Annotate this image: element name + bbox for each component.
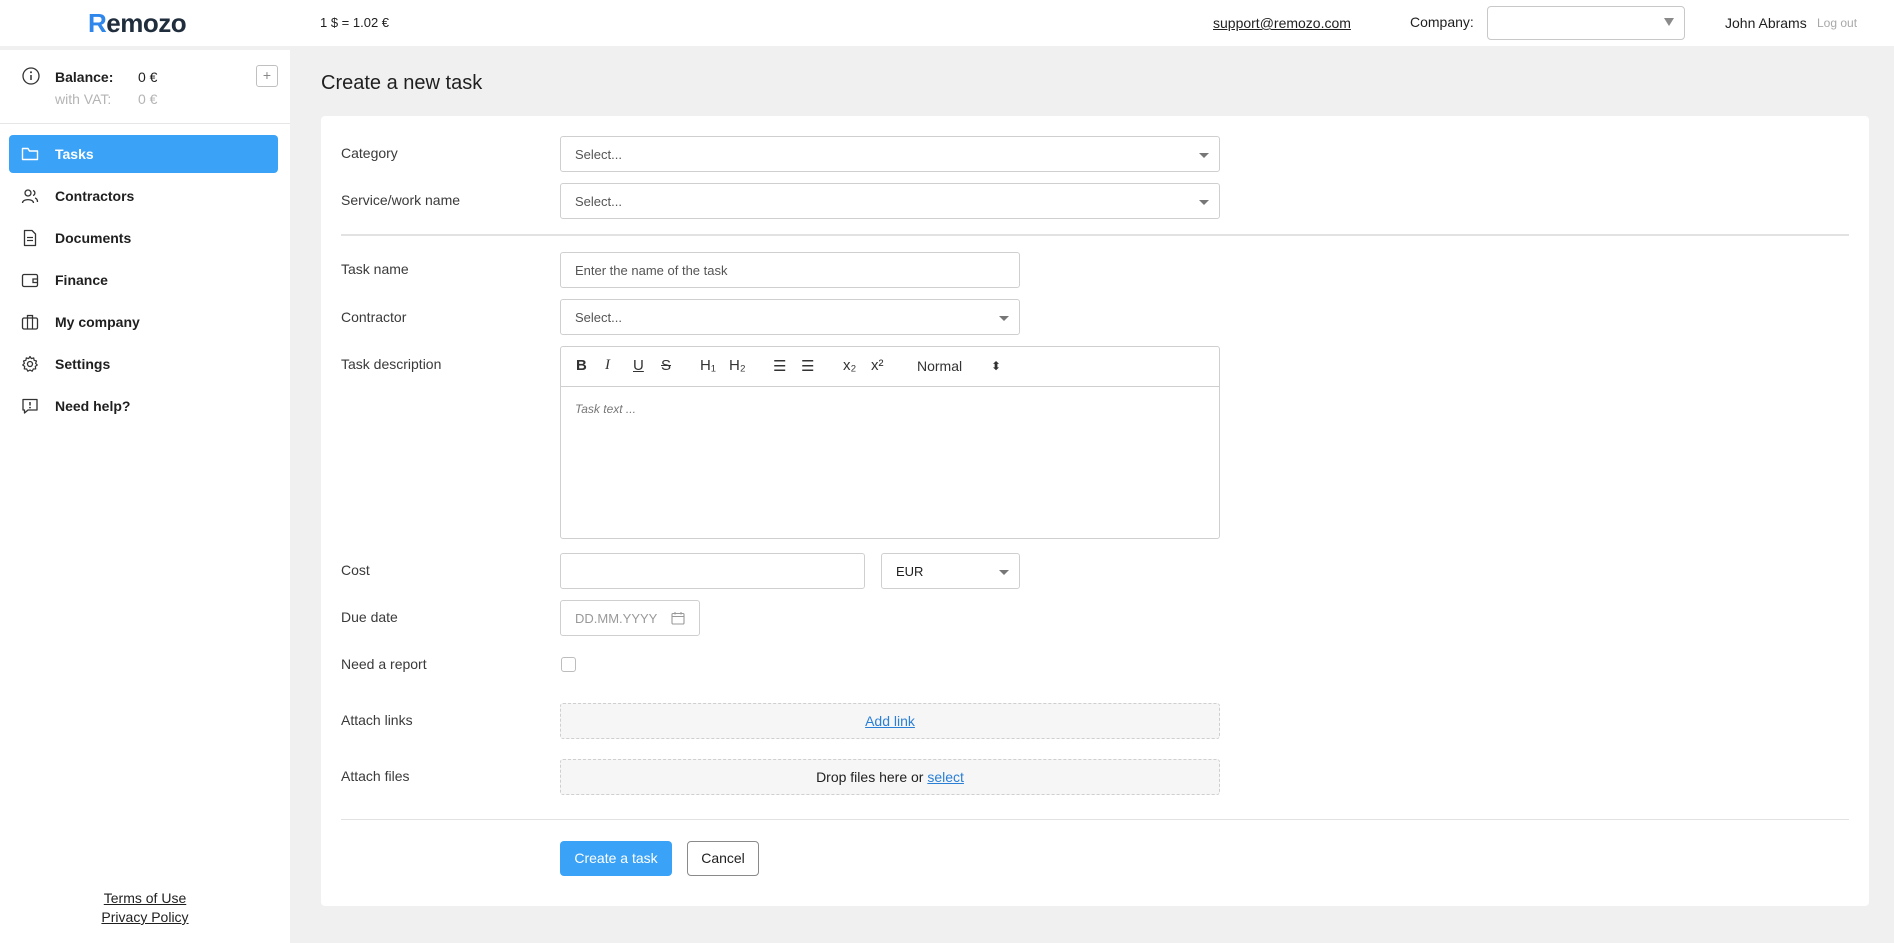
sidebar-divider — [0, 123, 290, 124]
sidebar-item-contractors[interactable]: Contractors — [9, 177, 278, 215]
select-files-link[interactable]: select — [927, 769, 964, 785]
sidebar-item-label: Need help? — [55, 398, 131, 414]
caret-down-icon — [1199, 200, 1209, 205]
subscript-button[interactable]: x₂ — [843, 357, 856, 374]
heading2-button[interactable]: H₂ — [729, 357, 746, 374]
task-name-input[interactable]: Enter the name of the task — [560, 252, 1020, 288]
service-select-placeholder: Select... — [575, 194, 622, 209]
task-name-label: Task name — [341, 261, 409, 277]
sidebar-item-label: Tasks — [55, 146, 94, 162]
description-label: Task description — [341, 356, 442, 372]
task-description-editor: B I U S H₁ H₂ ☰ ☰ x₂ x² Normal ⬍ Task te… — [560, 346, 1220, 539]
support-email-link[interactable]: support@remozo.com — [1213, 15, 1351, 31]
sidebar-item-tasks[interactable]: Tasks — [9, 135, 278, 173]
create-task-button[interactable]: Create a task — [560, 841, 672, 876]
vat-label: with VAT: — [55, 91, 112, 107]
sidebar-item-settings[interactable]: Settings — [9, 345, 278, 383]
category-select-placeholder: Select... — [575, 147, 622, 162]
sidebar-item-need-help[interactable]: Need help? — [9, 387, 278, 425]
sidebar-item-my-company[interactable]: My company — [9, 303, 278, 341]
user-name: John Abrams — [1725, 15, 1807, 31]
document-icon — [21, 229, 39, 247]
balance-label: Balance: — [55, 69, 114, 85]
bullet-list-icon[interactable]: ☰ — [801, 357, 814, 375]
company-label: Company: — [1410, 14, 1474, 30]
file-dropzone[interactable]: Drop files here or select — [560, 759, 1220, 795]
superscript-button[interactable]: x² — [871, 357, 884, 374]
sidebar-footer: Terms of Use Privacy Policy — [0, 890, 290, 928]
sidebar-item-documents[interactable]: Documents — [9, 219, 278, 257]
contractor-label: Contractor — [341, 309, 407, 325]
vat-value: 0 € — [138, 91, 158, 107]
editor-toolbar: B I U S H₁ H₂ ☰ ☰ x₂ x² Normal ⬍ — [561, 347, 1219, 387]
category-select[interactable]: Select... — [560, 136, 1220, 172]
caret-down-icon — [1199, 153, 1209, 158]
cost-input[interactable] — [560, 553, 865, 589]
task-name-placeholder: Enter the name of the task — [575, 263, 728, 278]
strikethrough-button[interactable]: S — [661, 357, 671, 374]
sidebar-item-label: Settings — [55, 356, 111, 372]
help-chat-icon — [21, 397, 39, 415]
description-placeholder[interactable]: Task text ... — [575, 402, 636, 416]
format-select[interactable]: Normal — [917, 358, 962, 374]
add-link-button[interactable]: Add link — [865, 713, 915, 729]
currency-select[interactable]: EUR — [881, 553, 1020, 589]
links-zone: Add link — [560, 703, 1220, 739]
task-form-card: Category Select... Service/work name Sel… — [321, 116, 1869, 906]
ordered-list-icon[interactable]: ☰ — [773, 357, 786, 375]
need-report-checkbox[interactable] — [561, 657, 576, 672]
exchange-rate: 1 $ = 1.02 € — [320, 15, 390, 30]
logout-link[interactable]: Log out — [1817, 16, 1857, 30]
remozo-logo[interactable]: Remozo — [88, 8, 187, 39]
due-date-placeholder: DD.MM.YYYY — [575, 611, 658, 626]
top-header: Remozo 1 $ = 1.02 € support@remozo.com C… — [0, 0, 1894, 46]
service-select[interactable]: Select... — [560, 183, 1220, 219]
select-arrows-icon: ⬍ — [991, 359, 1002, 373]
underline-button[interactable]: U — [633, 357, 644, 374]
drop-text: Drop files here or — [816, 769, 924, 785]
sidebar-item-label: Documents — [55, 230, 132, 246]
footer-divider — [341, 819, 1849, 820]
users-icon — [21, 187, 39, 205]
files-label: Attach files — [341, 768, 410, 784]
sidebar: Balance: 0 € with VAT: 0 € + Tasks Contr… — [0, 50, 290, 943]
sidebar-item-label: My company — [55, 314, 140, 330]
balance-value: 0 € — [138, 69, 158, 85]
chevron-down-icon — [1664, 18, 1674, 26]
sidebar-item-label: Finance — [55, 272, 108, 288]
calendar-icon[interactable] — [671, 611, 685, 628]
cancel-button[interactable]: Cancel — [687, 841, 759, 876]
add-balance-button[interactable]: + — [256, 65, 278, 87]
bold-button[interactable]: B — [576, 357, 587, 374]
sidebar-item-label: Contractors — [55, 188, 135, 204]
caret-down-icon — [999, 570, 1009, 575]
cost-label: Cost — [341, 562, 370, 578]
contractor-select[interactable]: Select... — [560, 299, 1020, 335]
sidebar-item-finance[interactable]: Finance — [9, 261, 278, 299]
sidebar-nav: Tasks Contractors Documents Finance My c… — [9, 135, 278, 429]
briefcase-icon — [21, 313, 39, 331]
info-icon[interactable] — [22, 67, 40, 88]
due-date-label: Due date — [341, 609, 398, 625]
heading1-button[interactable]: H₁ — [700, 357, 716, 374]
gear-icon — [21, 355, 39, 373]
italic-button[interactable]: I — [605, 357, 610, 374]
currency-value: EUR — [896, 564, 924, 579]
folder-icon — [21, 145, 39, 163]
due-date-input[interactable]: DD.MM.YYYY — [560, 600, 700, 636]
balance-panel: Balance: 0 € with VAT: 0 € + — [20, 65, 280, 125]
terms-link[interactable]: Terms of Use — [0, 890, 290, 906]
report-label: Need a report — [341, 656, 427, 672]
company-select[interactable] — [1487, 6, 1685, 40]
service-label: Service/work name — [341, 192, 461, 208]
section-divider — [341, 234, 1849, 236]
links-label: Attach links — [341, 712, 413, 728]
page-title: Create a new task — [321, 72, 483, 94]
category-label: Category — [341, 145, 398, 161]
contractor-select-placeholder: Select... — [575, 310, 622, 325]
caret-down-icon — [999, 316, 1009, 321]
wallet-icon — [21, 271, 39, 289]
privacy-link[interactable]: Privacy Policy — [0, 909, 290, 925]
